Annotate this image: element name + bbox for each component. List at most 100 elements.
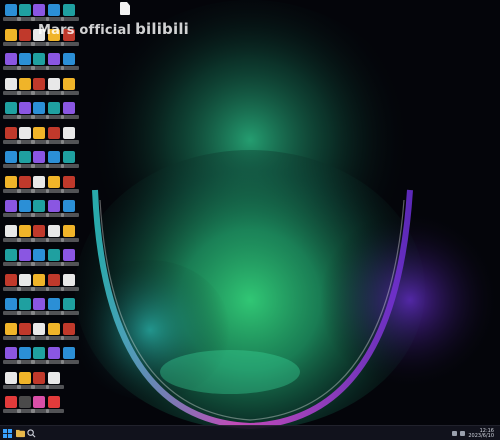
- app-icon: [19, 4, 31, 16]
- app-icon: [19, 371, 31, 384]
- app-icon: [5, 249, 17, 261]
- desktop-shortcut-icon[interactable]: [46, 395, 64, 415]
- shortcut-label: [61, 335, 79, 340]
- shortcut-label: [61, 90, 79, 95]
- app-icon: [5, 28, 17, 41]
- desktop-shortcut-icon[interactable]: [61, 199, 79, 219]
- app-icon: [63, 151, 75, 163]
- app-icon: [63, 298, 75, 310]
- app-icon: [5, 396, 17, 408]
- desktop-shortcut-icon[interactable]: [61, 346, 79, 366]
- app-icon: [63, 200, 75, 212]
- app-icon: [48, 371, 60, 384]
- app-icon: [33, 249, 45, 261]
- app-icon: [48, 249, 60, 261]
- app-icon: [5, 151, 17, 163]
- windows-start-icon[interactable]: [3, 429, 12, 438]
- app-icon: [19, 175, 31, 188]
- app-icon: [33, 322, 45, 335]
- app-icon: [33, 200, 45, 212]
- desktop-icon-grid: [0, 0, 80, 422]
- desktop-shortcut-icon[interactable]: [61, 248, 79, 268]
- shortcut-label: [46, 384, 64, 389]
- desktop-shortcut-icon[interactable]: [61, 322, 79, 342]
- volume-icon[interactable]: [460, 431, 466, 436]
- shortcut-label: [61, 360, 79, 364]
- watermark-brand: bilibili: [135, 20, 190, 38]
- app-icon: [33, 347, 45, 359]
- clock[interactable]: 12:16 2023/6/10: [468, 428, 494, 439]
- watermark: Mars official bilibili: [38, 20, 189, 38]
- app-icon: [33, 53, 45, 65]
- shortcut-label: [61, 262, 79, 266]
- clock-date: 2023/6/10: [468, 432, 494, 439]
- desktop: Mars official bilibili 12:16 2023/6/10: [0, 0, 500, 440]
- shortcut-label: [61, 188, 79, 193]
- desktop-shortcut-icon[interactable]: [61, 101, 79, 121]
- app-icon: [48, 200, 60, 212]
- app-icon: [5, 126, 17, 139]
- app-icon: [5, 273, 17, 286]
- desktop-shortcut-icon[interactable]: [61, 224, 79, 244]
- app-icon: [19, 28, 31, 41]
- app-icon: [63, 102, 75, 114]
- app-icon: [48, 126, 60, 139]
- app-icon: [19, 273, 31, 286]
- app-icon: [5, 175, 17, 188]
- app-icon: [48, 102, 60, 114]
- app-icon: [63, 77, 75, 90]
- file-explorer-icon[interactable]: [16, 429, 25, 438]
- app-icon: [63, 322, 75, 335]
- shortcut-label: [61, 286, 79, 291]
- app-icon: [19, 53, 31, 65]
- app-icon: [33, 298, 45, 310]
- app-icon: [19, 322, 31, 335]
- app-icon: [48, 151, 60, 163]
- shortcut-label: [61, 139, 79, 144]
- app-icon: [63, 53, 75, 65]
- app-icon: [33, 102, 45, 114]
- app-icon: [48, 273, 60, 286]
- desktop-shortcut-icon[interactable]: [61, 175, 79, 195]
- desktop-shortcut-icon[interactable]: [61, 297, 79, 317]
- app-icon: [48, 4, 60, 16]
- app-icon: [19, 77, 31, 90]
- search-icon[interactable]: [27, 429, 36, 438]
- app-icon: [63, 249, 75, 261]
- app-icon: [5, 53, 17, 65]
- app-icon: [33, 126, 45, 139]
- app-icon: [33, 151, 45, 163]
- app-icon: [19, 347, 31, 359]
- desktop-shortcut-icon[interactable]: [61, 77, 79, 97]
- app-icon: [5, 347, 17, 359]
- app-icon: [5, 224, 17, 237]
- app-icon: [63, 175, 75, 188]
- app-icon: [48, 347, 60, 359]
- desktop-shortcut-icon[interactable]: [61, 126, 79, 146]
- document-icon[interactable]: [120, 2, 130, 15]
- shortcut-label: [61, 237, 79, 242]
- network-icon[interactable]: [452, 431, 458, 436]
- app-icon: [48, 224, 60, 237]
- app-icon: [33, 396, 45, 408]
- app-icon: [48, 298, 60, 310]
- app-icon: [33, 175, 45, 188]
- app-icon: [5, 322, 17, 335]
- app-icon: [19, 200, 31, 212]
- app-icon: [33, 371, 45, 384]
- shortcut-label: [61, 164, 79, 168]
- app-icon: [33, 224, 45, 237]
- app-icon: [33, 4, 45, 16]
- desktop-shortcut-icon[interactable]: [61, 52, 79, 72]
- app-icon: [48, 53, 60, 65]
- desktop-shortcut-icon[interactable]: [61, 150, 79, 170]
- shortcut-label: [61, 115, 79, 119]
- desktop-shortcut-icon[interactable]: [46, 371, 64, 391]
- app-icon: [19, 224, 31, 237]
- app-icon: [5, 371, 17, 384]
- app-icon: [19, 151, 31, 163]
- desktop-shortcut-icon[interactable]: [61, 273, 79, 293]
- app-icon: [48, 322, 60, 335]
- watermark-author: Mars official: [38, 23, 132, 38]
- shortcut-label: [61, 311, 79, 315]
